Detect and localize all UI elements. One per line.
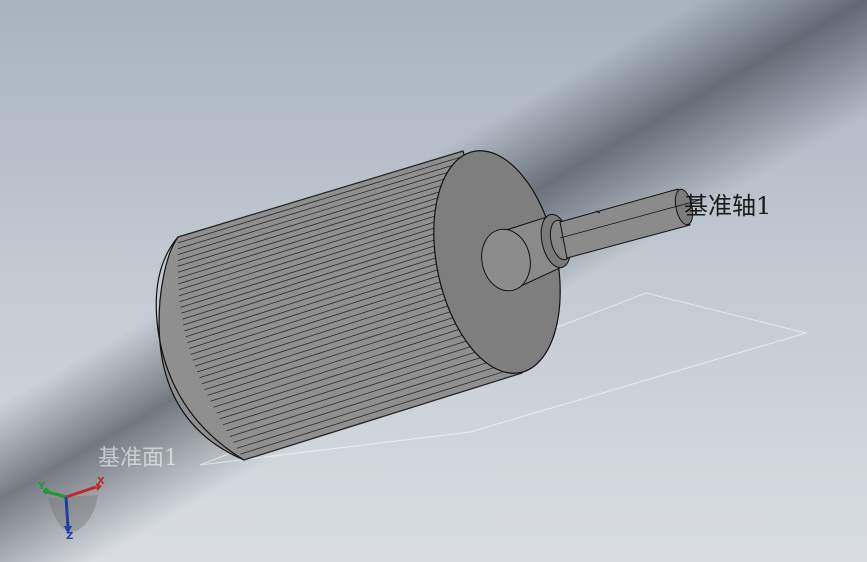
triad-z-axis — [64, 496, 70, 528]
triad-x-label: X — [97, 476, 105, 487]
triad-y-axis — [47, 490, 67, 499]
model-canvas[interactable] — [0, 0, 867, 562]
view-triad[interactable] — [43, 483, 102, 534]
shaft[interactable] — [559, 188, 696, 259]
datum-axis-label[interactable]: 基准轴1 — [684, 186, 771, 221]
triad-z-label: Z — [66, 531, 74, 542]
triad-y-label: Y — [38, 481, 46, 492]
datum-plane-label[interactable]: 基准面1 — [98, 440, 178, 472]
graphics-viewport[interactable]: 基准轴1 基准面1 X Y Z — [0, 0, 867, 562]
